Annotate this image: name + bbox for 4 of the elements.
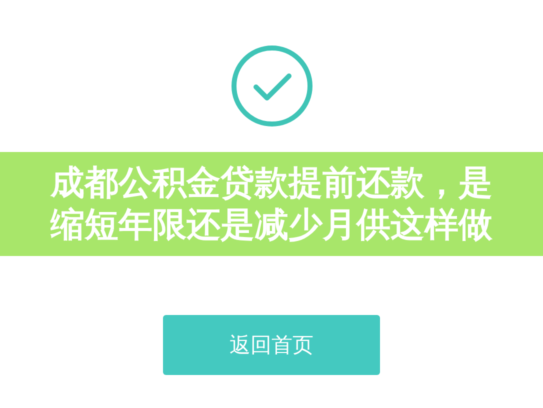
check-icon	[230, 44, 314, 128]
home-button[interactable]: 返回首页	[163, 315, 380, 375]
banner-title-line: 缩短年限还是减少月供这样做	[50, 204, 492, 246]
banner-title-line: 成都公积金贷款提前还款，是	[50, 162, 492, 204]
